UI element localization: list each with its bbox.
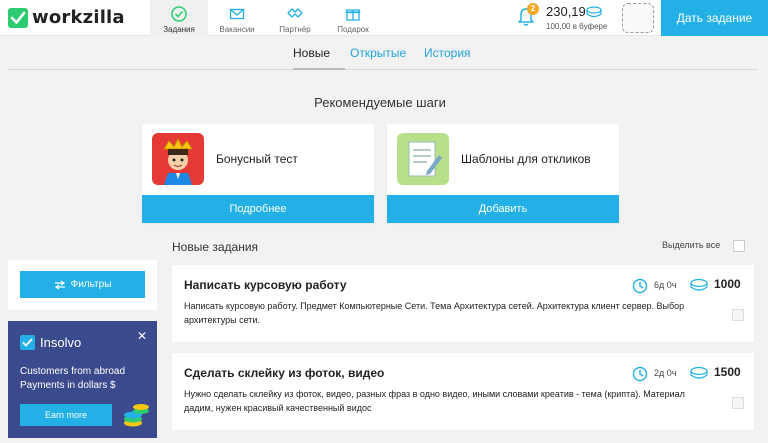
filter-arrows-icon xyxy=(54,280,65,289)
nav-label: Задания xyxy=(163,25,195,34)
logo[interactable]: workzilla xyxy=(8,7,125,28)
nav-item-tasks[interactable]: Задания xyxy=(150,0,208,36)
promo-line-1: Customers from abroad xyxy=(20,366,126,377)
recommended-title: Рекомендуемые шаги xyxy=(314,95,446,110)
coin-stack-icon xyxy=(124,404,149,427)
clock-icon xyxy=(632,278,648,294)
task-card[interactable]: Написать курсовую работу 6д 0ч 1000 Напи… xyxy=(172,265,754,342)
task-deadline: 6д 0ч xyxy=(654,280,677,290)
checkmark-circle-icon xyxy=(171,6,187,22)
nav-item-partner[interactable]: Партнёр xyxy=(266,0,324,36)
task-tabs: Новые Открытые История xyxy=(8,36,758,70)
nav-item-gift[interactable]: Подарок xyxy=(324,0,382,36)
filters-button[interactable]: Фильтры xyxy=(20,271,145,298)
main-nav: Задания Вакансии Партнёр Подарок xyxy=(150,0,382,36)
coins-icon xyxy=(586,6,602,18)
promo-brand: Insolvo xyxy=(40,335,82,350)
nav-item-vacancies[interactable]: Вакансии xyxy=(208,0,266,36)
king-avatar-icon xyxy=(152,133,204,185)
balance-amount: 230,19 xyxy=(546,4,586,19)
nav-label: Вакансии xyxy=(219,25,255,34)
task-checkbox[interactable] xyxy=(732,309,744,321)
card-title: Шаблоны для откликов xyxy=(461,152,591,166)
task-checkbox[interactable] xyxy=(732,397,744,409)
task-card[interactable]: Сделать склейку из фоток, видео 2д 0ч 15… xyxy=(172,353,754,430)
handshake-icon xyxy=(287,8,303,18)
insolvo-check-icon xyxy=(20,335,35,350)
task-price: 1500 xyxy=(714,365,741,379)
reply-templates-card: Шаблоны для откликов Добавить xyxy=(387,124,619,223)
nav-label: Партнёр xyxy=(279,25,311,34)
select-all-label[interactable]: Выделить все xyxy=(662,240,720,250)
balance-buffer: 100,00 в буфере xyxy=(546,22,608,31)
details-button[interactable]: Подробнее xyxy=(142,195,374,223)
promo-text: Customers from abroad Payments in dollar… xyxy=(20,365,150,393)
logo-text: workzilla xyxy=(32,7,125,28)
bonus-test-card: Бонусный тест Подробнее xyxy=(142,124,374,223)
new-tasks-title: Новые задания xyxy=(172,240,259,254)
tab-new[interactable]: Новые xyxy=(293,46,330,60)
document-pen-icon xyxy=(397,133,449,185)
nav-label: Подарок xyxy=(337,25,369,34)
task-price: 1000 xyxy=(714,277,741,291)
add-button[interactable]: Добавить xyxy=(387,195,619,223)
card-title: Бонусный тест xyxy=(216,152,298,166)
task-title[interactable]: Написать курсовую работу xyxy=(184,278,347,292)
tab-history[interactable]: История xyxy=(424,46,471,60)
promo-logo: Insolvo xyxy=(20,335,81,350)
notification-badge: 2 xyxy=(527,3,539,15)
task-title[interactable]: Сделать склейку из фоток, видео xyxy=(184,366,384,380)
top-header: workzilla Задания Вакансии Партнёр Подар… xyxy=(0,0,768,36)
active-tab-indicator xyxy=(293,68,345,70)
gift-icon xyxy=(345,9,361,21)
filters-label: Фильтры xyxy=(70,279,112,290)
earn-more-button[interactable]: Earn more xyxy=(20,404,112,426)
clock-icon xyxy=(632,366,648,382)
insolvo-promo: ✕ Insolvo Customers from abroad Payments… xyxy=(8,321,157,438)
coins-icon xyxy=(690,278,708,291)
task-description: Нужно сделать склейку из фоток, видео, р… xyxy=(184,389,685,413)
envelope-icon xyxy=(229,8,245,20)
tab-open[interactable]: Открытые xyxy=(350,46,406,60)
task-deadline: 2д 0ч xyxy=(654,368,677,378)
select-all-checkbox[interactable] xyxy=(733,240,745,252)
avatar[interactable] xyxy=(622,3,654,33)
logo-check-icon xyxy=(8,7,28,28)
close-icon[interactable]: ✕ xyxy=(137,329,147,343)
task-description: Написать курсовую работу. Предмет Компью… xyxy=(184,301,685,325)
coins-icon xyxy=(690,366,708,379)
post-task-button[interactable]: Дать задание xyxy=(661,0,768,36)
balance[interactable]: 230,19 100,00 в буфере xyxy=(546,4,616,31)
promo-line-2: Payments in dollars $ xyxy=(20,380,116,391)
filter-panel: Фильтры xyxy=(8,260,157,310)
